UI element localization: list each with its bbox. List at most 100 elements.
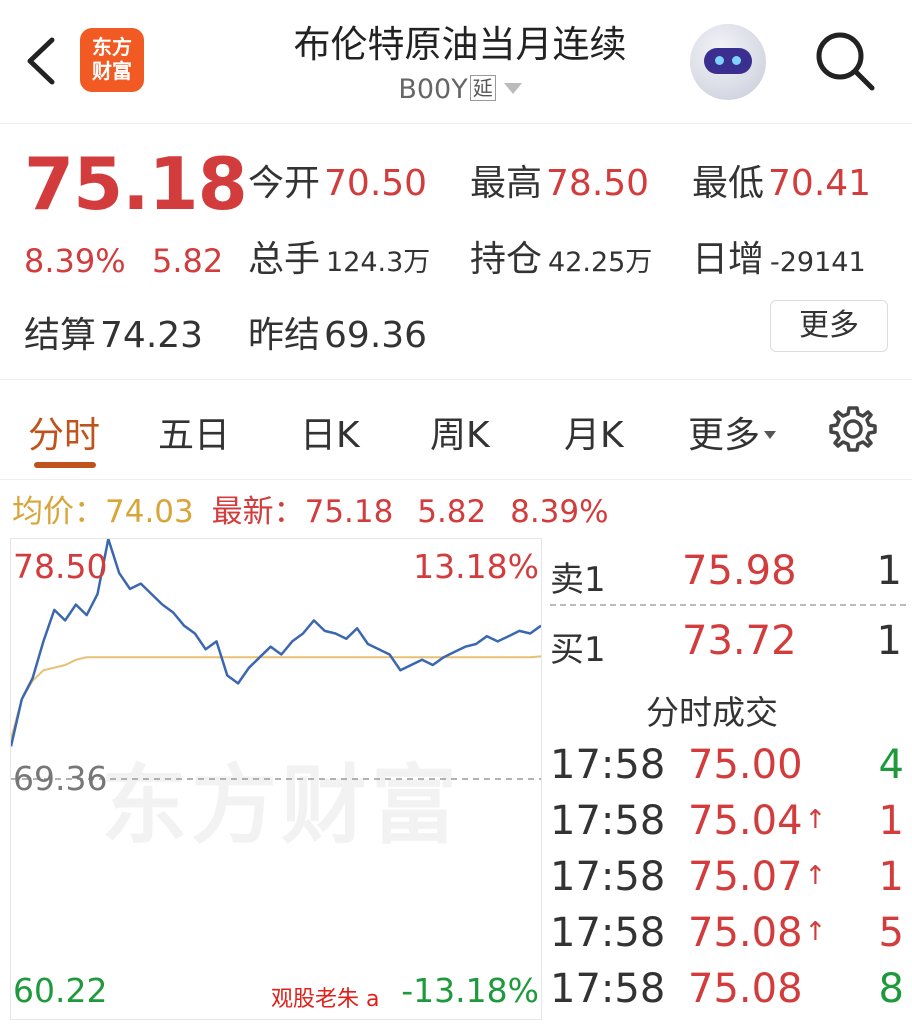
open-label: 今开 — [248, 163, 321, 204]
change-amount: 5.82 — [152, 242, 224, 280]
ask-row: 卖1 75.98 1 — [542, 542, 912, 602]
tab-weekly-k[interactable]: 周K — [430, 406, 490, 458]
open-value: 70.50 — [324, 163, 428, 204]
trade-volume: 1 — [878, 854, 904, 900]
change-percent: 8.39% — [24, 242, 126, 280]
chevron-left-icon[interactable] — [22, 36, 62, 86]
bid-price: 73.72 — [682, 618, 797, 664]
tab-daily-k[interactable]: 日K — [300, 406, 360, 458]
trade-price-value: 75.04 — [688, 798, 803, 844]
active-tab-indicator — [34, 462, 96, 468]
logo-line2: 财富 — [92, 59, 132, 83]
instrument-code: B00Y — [398, 74, 468, 105]
daily-increase-field: 日增 -29141 — [692, 230, 866, 282]
gear-icon[interactable] — [828, 404, 878, 454]
search-icon[interactable] — [812, 28, 878, 94]
quote-summary: 75.18 8.39% 5.82 今开 70.50 最高 78.50 最低 70.41… — [0, 124, 912, 380]
legend-last-value: 75.18 — [304, 494, 394, 530]
tab-monthly-k[interactable]: 月K — [564, 406, 624, 458]
trade-price-value: 75.00 — [688, 742, 803, 788]
bid-label: 买1 — [550, 630, 606, 670]
trade-panel: 卖1 75.98 1 买1 73.72 1 分时成交 17:58 75.00 4… — [542, 538, 912, 1024]
volume-label: 总手 — [248, 239, 321, 280]
settle-field: 结算 74.23 — [24, 306, 203, 358]
trade-time: 17:58 — [550, 966, 666, 1012]
trade-price-value: 75.08 — [688, 966, 803, 1012]
low-label: 最低 — [692, 163, 765, 204]
open-interest-field: 持仓 42.25万 — [470, 230, 652, 282]
bid-volume: 1 — [876, 618, 902, 664]
trades-title: 分时成交 — [646, 693, 778, 732]
trade-price-value: 75.08 — [688, 910, 803, 956]
high-value: 78.50 — [546, 163, 650, 204]
legend-change: 5.82 — [417, 494, 487, 530]
intraday-chart[interactable]: 东方财富 78.50 13.18% 69.36 60.22 -13.18% 观股… — [10, 538, 542, 1020]
avatar-visor — [704, 48, 752, 74]
trade-volume: 1 — [878, 798, 904, 844]
tab-intraday[interactable]: 分时 — [28, 406, 100, 458]
open-field: 今开 70.50 — [248, 154, 427, 206]
trade-price-value: 75.07 — [688, 854, 803, 900]
trade-time: 17:58 — [550, 742, 666, 788]
chart-period-tabs: 分时 五日 日K 周K 月K 更多 — [0, 380, 912, 480]
y-min-pct: -13.18% — [401, 971, 539, 1010]
avatar-eye-left — [715, 56, 724, 65]
daily-increase-value: -29141 — [770, 247, 866, 278]
tab-more[interactable]: 更多 — [688, 406, 777, 458]
trade-price: 75.07↑ — [688, 854, 826, 900]
settle-value: 74.23 — [100, 315, 204, 356]
trade-volume: 5 — [878, 910, 904, 956]
trade-row: 17:58 75.08 8 — [542, 966, 912, 1022]
avatar-eye-right — [732, 56, 741, 65]
y-ref-price: 69.36 — [13, 759, 108, 798]
more-quote-button[interactable]: 更多 — [770, 300, 888, 352]
trade-price: 75.08↑ — [688, 910, 826, 956]
high-label: 最高 — [470, 163, 543, 204]
trade-price: 75.04↑ — [688, 798, 826, 844]
ask-volume: 1 — [876, 548, 902, 594]
trade-time: 17:58 — [550, 798, 666, 844]
low-field: 最低 70.41 — [692, 154, 871, 206]
y-max-pct: 13.18% — [413, 547, 539, 586]
trade-time: 17:58 — [550, 910, 666, 956]
instrument-code-selector[interactable]: B00Y 延 — [360, 74, 560, 105]
tab-five-day[interactable]: 五日 — [158, 406, 230, 458]
avg-price-value: 74.03 — [105, 494, 194, 530]
trade-row: 17:58 75.04↑ 1 — [542, 798, 912, 854]
up-arrow-icon: ↑ — [804, 861, 827, 891]
last-price: 75.18 — [24, 142, 248, 226]
top-bar: 东方 财富 布伦特原油当月连续 B00Y 延 — [0, 0, 912, 124]
instrument-title: 布伦特原油当月连续 — [293, 23, 627, 66]
trade-price: 75.00 — [688, 742, 805, 788]
settle-label: 结算 — [24, 315, 97, 356]
trade-row: 17:58 75.08↑ 5 — [542, 910, 912, 966]
open-interest-value: 42.25万 — [548, 247, 653, 278]
logo-line1: 东方 — [92, 35, 132, 59]
trade-row: 17:58 75.00 4 — [542, 742, 912, 798]
y-min-price: 60.22 — [13, 971, 108, 1010]
ask-price: 75.98 — [682, 548, 797, 594]
open-interest-label: 持仓 — [470, 239, 543, 280]
trade-price: 75.08 — [688, 966, 805, 1012]
author-credit: 观股老朱 a — [271, 987, 380, 1012]
prev-settle-label: 昨结 — [248, 315, 321, 356]
orderbook-divider — [550, 604, 906, 606]
trade-time: 17:58 — [550, 854, 666, 900]
low-value: 70.41 — [768, 163, 872, 204]
chart-legend: 均价：74.03 最新：75.18 5.82 8.39% — [12, 486, 609, 531]
prev-settle-field: 昨结 69.36 — [248, 306, 427, 358]
ask-label: 卖1 — [550, 560, 606, 600]
up-arrow-icon: ↑ — [804, 805, 827, 835]
up-arrow-icon: ↑ — [804, 917, 827, 947]
trade-volume: 8 — [878, 966, 904, 1012]
trade-volume: 4 — [878, 742, 904, 788]
tab-more-caret-icon — [764, 431, 777, 439]
legend-change-pct: 8.39% — [510, 494, 609, 530]
robot-avatar-icon[interactable] — [690, 24, 766, 100]
tab-more-label: 更多 — [688, 415, 761, 456]
volume-field: 总手 124.3万 — [248, 230, 430, 282]
prev-settle-value: 69.36 — [324, 315, 428, 356]
last-price-label: 最新： — [211, 494, 305, 530]
dropdown-caret-icon — [503, 83, 522, 94]
avg-price-line — [11, 655, 541, 739]
